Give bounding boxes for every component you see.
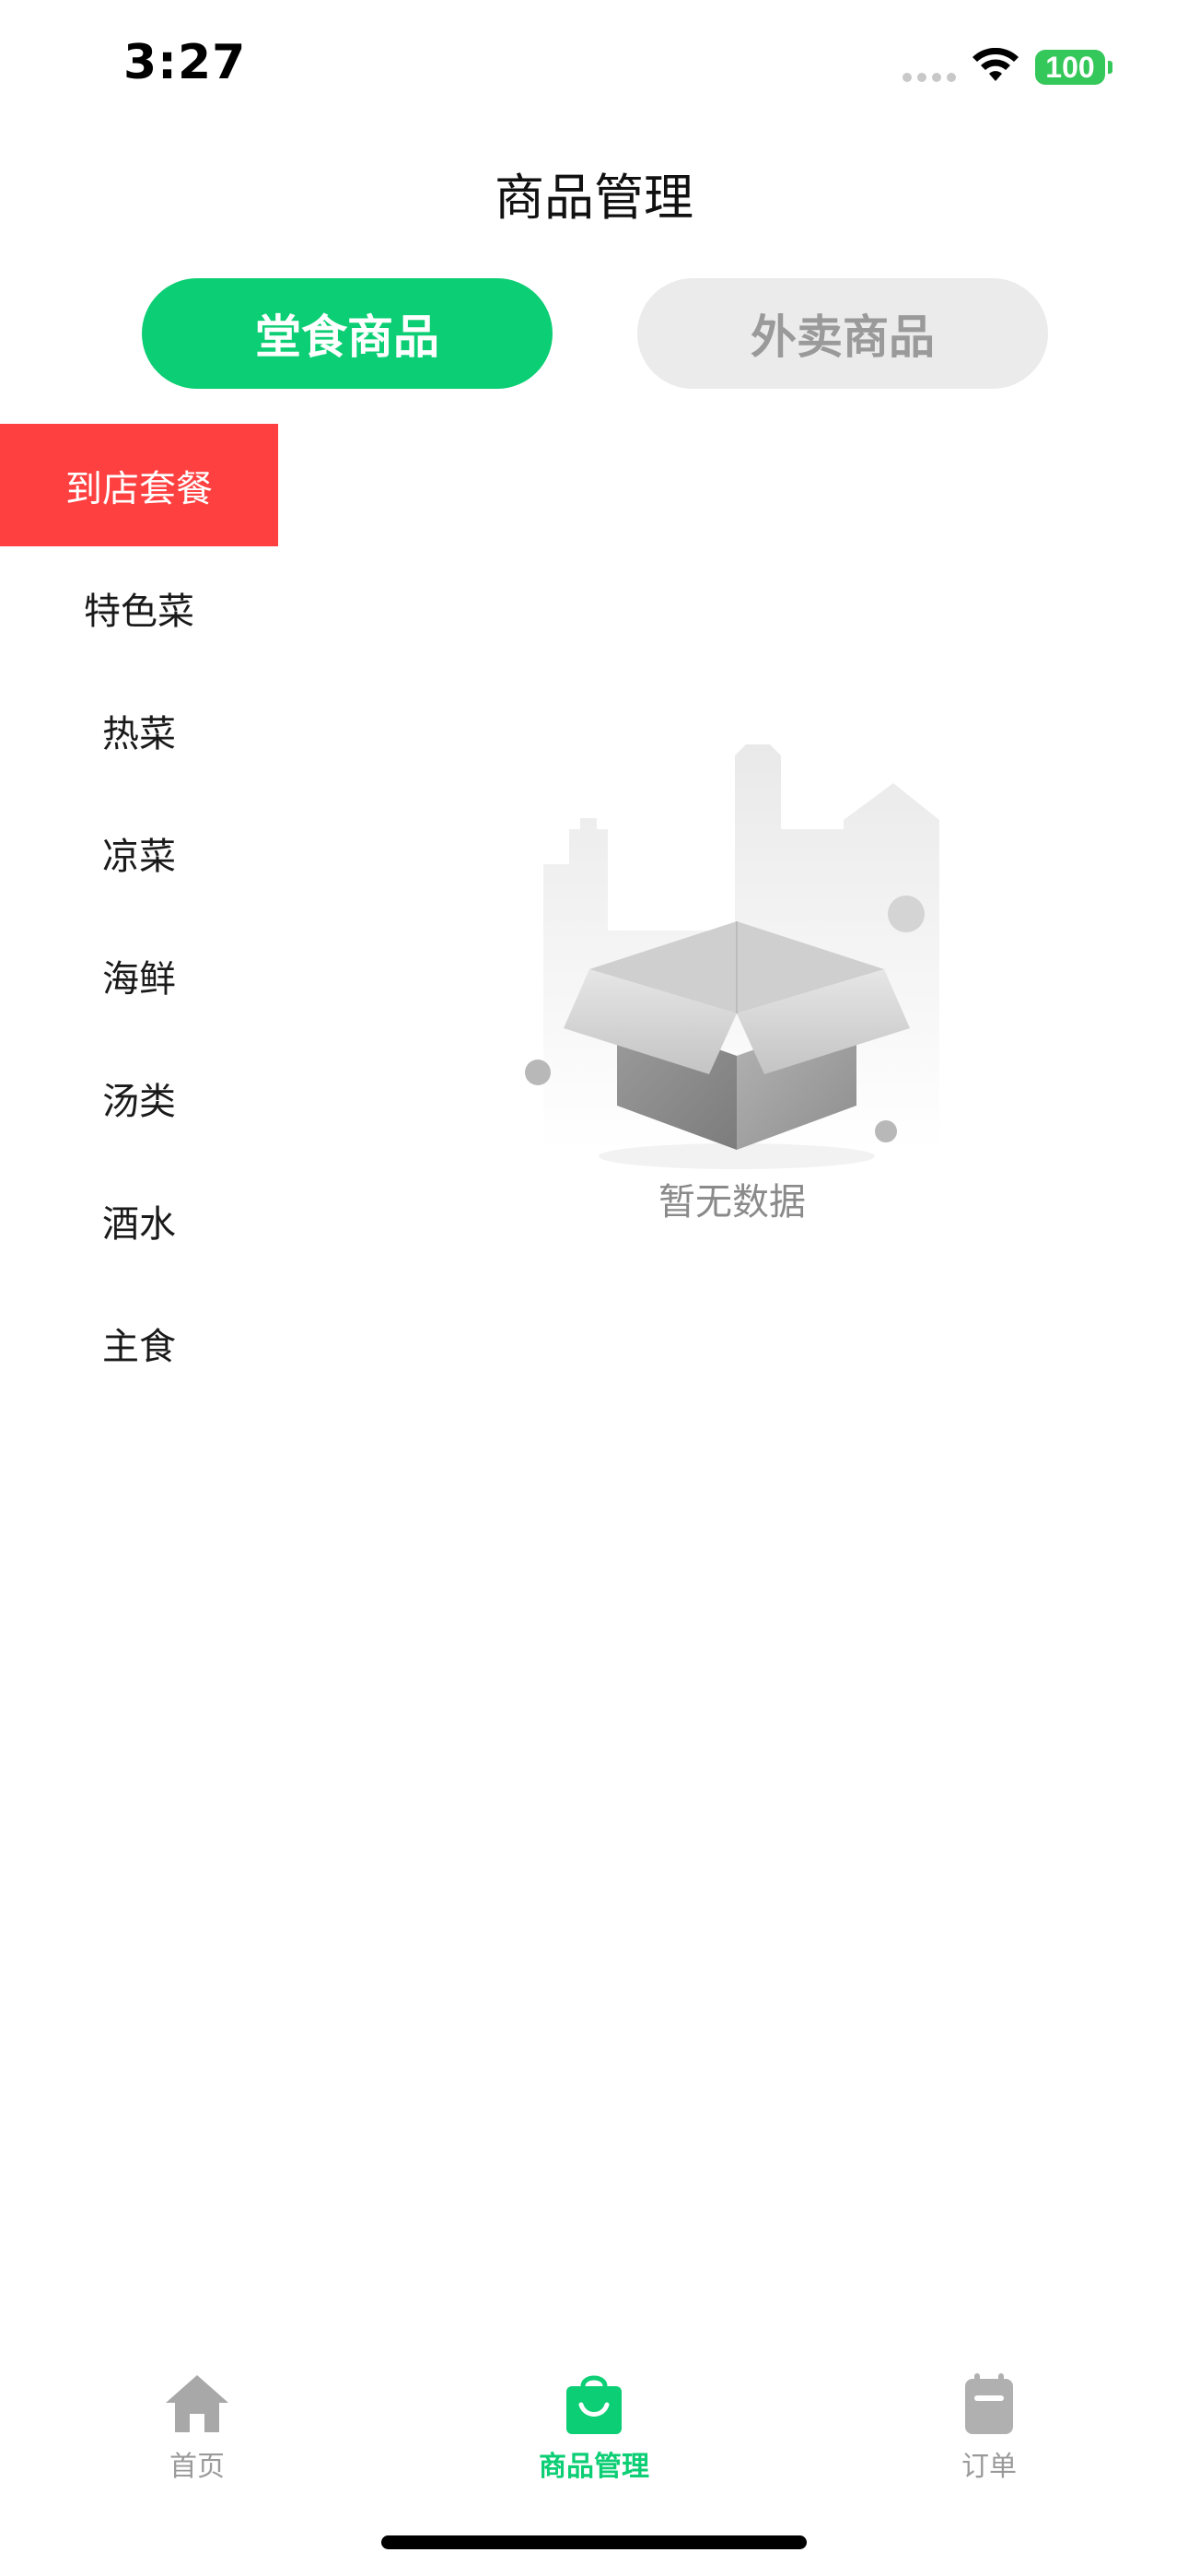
battery-tip [1108, 61, 1112, 74]
status-time: 3:27 [123, 35, 247, 90]
home-icon [166, 2375, 228, 2432]
category-item[interactable]: 海鲜 [0, 914, 278, 1036]
category-item[interactable]: 凉菜 [0, 791, 278, 914]
category-item[interactable]: 热菜 [0, 669, 278, 791]
tab-label: 首页 [169, 2451, 225, 2483]
bottom-tab-bar: 首页 商品管理 订单 [0, 2340, 1188, 2483]
page-title: 商品管理 [495, 169, 693, 227]
category-item[interactable]: 酒水 [0, 1159, 278, 1282]
battery-indicator: 100 [1035, 50, 1105, 85]
empty-state-text: 暂无数据 [658, 1181, 806, 1224]
category-item[interactable]: 特色菜 [0, 546, 278, 669]
cellular-signal-icon [903, 73, 956, 82]
tab-orders[interactable]: 订单 [869, 2368, 1109, 2484]
category-item[interactable]: 到店套餐 [0, 424, 278, 546]
clipboard-icon [965, 2373, 1013, 2434]
status-bar: 3:27 100 [0, 0, 1188, 129]
empty-box-icon [525, 744, 939, 1169]
wifi-icon [973, 48, 1019, 81]
tab-label: 商品管理 [539, 2451, 649, 2483]
shopping-bag-icon [566, 2375, 622, 2434]
tab-product-management[interactable]: 商品管理 [474, 2368, 714, 2484]
tab-takeout-products[interactable]: 外卖商品 [637, 278, 1048, 389]
home-indicator[interactable] [381, 2535, 807, 2549]
tab-label: 订单 [961, 2451, 1017, 2483]
category-item[interactable]: 汤类 [0, 1036, 278, 1159]
tab-dine-in-products[interactable]: 堂食商品 [142, 278, 553, 389]
category-sidebar: 到店套餐 特色菜 热菜 凉菜 海鲜 汤类 酒水 主食 [0, 424, 278, 1404]
tab-home[interactable]: 首页 [77, 2368, 317, 2484]
category-item[interactable]: 主食 [0, 1282, 278, 1404]
